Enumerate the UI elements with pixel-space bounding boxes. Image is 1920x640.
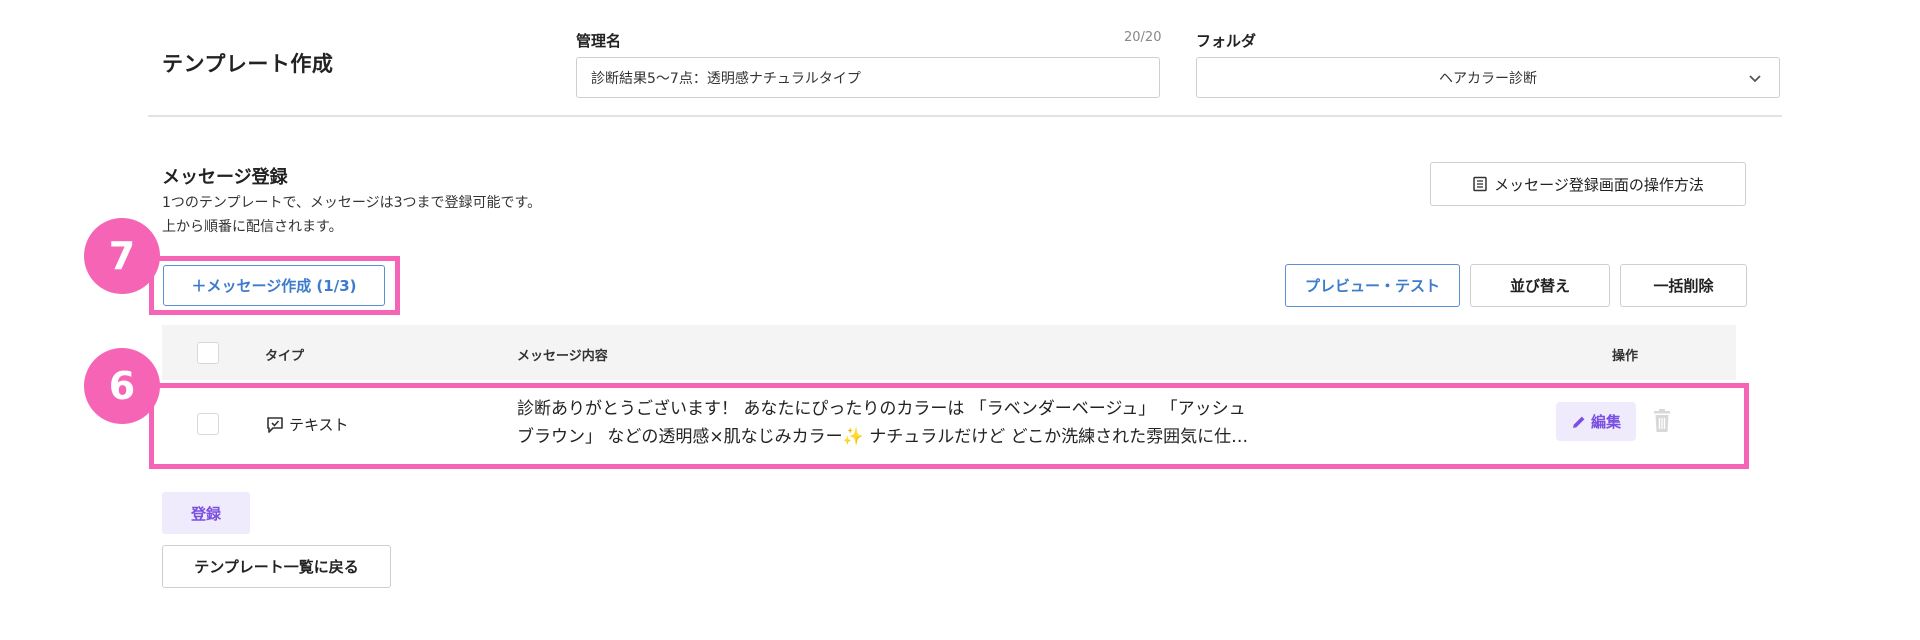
section-desc-line2: 上から順番に配信されます。 (162, 219, 343, 235)
column-type: タイプ (265, 349, 305, 364)
preview-test-button[interactable]: プレビュー・テスト (1285, 264, 1460, 307)
row-content-line2-b: ナチュラルだけど どこか洗練された雰囲気に仕… (863, 427, 1249, 447)
create-message-button[interactable]: ＋メッセージ作成 (1/3) (163, 265, 385, 306)
folder-select[interactable]: ヘアカラー診断 (1196, 57, 1780, 98)
table-row[interactable]: テキスト 診断ありがとうございます！ あなたにぴったりのカラーは 「ラベンダーベ… (162, 385, 1736, 467)
bulk-delete-button[interactable]: 一括削除 (1620, 264, 1747, 307)
sparkle-icon: ✨ (842, 427, 864, 447)
template-name-input[interactable] (576, 57, 1160, 98)
table-header (162, 325, 1736, 380)
select-all-checkbox[interactable] (197, 342, 219, 364)
row-checkbox[interactable] (197, 413, 219, 435)
column-action: 操作 (1612, 349, 1639, 364)
edit-button-label: 編集 (1590, 413, 1621, 431)
book-icon (1473, 176, 1487, 192)
name-label: 管理名 (576, 32, 622, 50)
header-divider (148, 115, 1782, 117)
row-content-line1: 診断ありがとうございます！ あなたにぴったりのカラーは 「ラベンダーベージュ」 … (517, 399, 1246, 419)
chat-check-icon (267, 416, 283, 433)
page-title: テンプレート作成 (162, 52, 334, 76)
folder-label: フォルダ (1196, 32, 1257, 50)
pencil-icon (1572, 416, 1585, 428)
edit-button[interactable]: 編集 (1556, 402, 1636, 441)
section-desc-line1: 1つのテンプレートで、メッセージは3つまで登録可能です。 (162, 195, 542, 211)
howto-button-label: メッセージ登録画面の操作方法 (1494, 175, 1704, 194)
row-type-label: テキスト (289, 416, 349, 434)
folder-select-value: ヘアカラー診断 (1439, 70, 1537, 87)
row-type: テキスト (265, 414, 349, 435)
section-title: メッセージ登録 (162, 167, 288, 188)
trash-icon[interactable] (1651, 409, 1673, 433)
row-content-line2: ブラウン」 などの透明感×肌なじみカラー✨ ナチュラルだけど どこか洗練された雰… (517, 423, 1337, 451)
chevron-down-icon (1749, 75, 1761, 83)
back-to-list-button[interactable]: テンプレート一覧に戻る (162, 545, 391, 588)
column-content: メッセージ内容 (517, 349, 608, 364)
row-content-line2-a: ブラウン」 などの透明感×肌なじみカラー (517, 427, 843, 447)
row-content: 診断ありがとうございます！ あなたにぴったりのカラーは 「ラベンダーベージュ」 … (517, 395, 1337, 451)
name-char-counter: 20/20 (1124, 30, 1162, 45)
register-button[interactable]: 登録 (162, 492, 250, 534)
sort-button[interactable]: 並び替え (1470, 264, 1610, 307)
howto-button[interactable]: メッセージ登録画面の操作方法 (1430, 162, 1746, 206)
